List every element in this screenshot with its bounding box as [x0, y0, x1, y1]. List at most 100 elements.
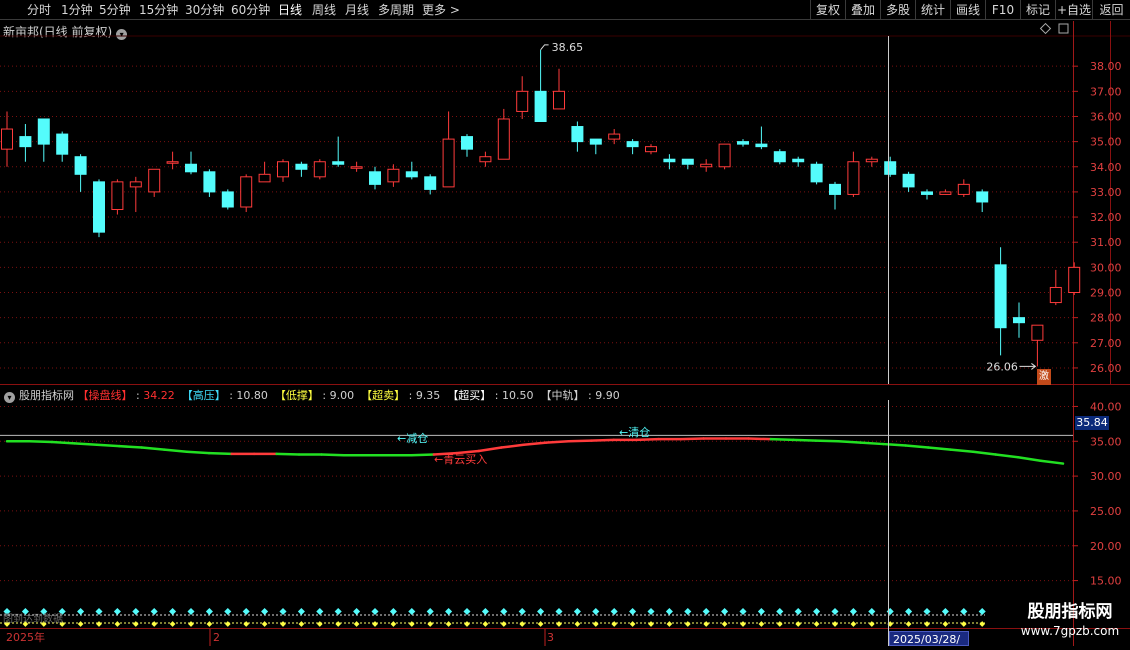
candle — [277, 159, 289, 182]
indicator-segment — [522, 441, 548, 447]
band-marker-yellow — [298, 621, 305, 627]
band-marker-yellow — [243, 621, 250, 627]
band-marker-cyan — [978, 607, 986, 616]
indicator-name: 股朋指标网 — [19, 389, 74, 402]
indicator-tick-label: 15.00 — [1090, 575, 1122, 588]
band-marker-yellow — [206, 621, 213, 627]
band-marker-yellow — [390, 621, 397, 627]
candle-body — [332, 161, 345, 165]
band-marker-cyan — [831, 607, 839, 616]
candle — [681, 158, 694, 170]
candle-body — [755, 143, 768, 148]
band-marker-yellow — [758, 621, 765, 627]
indicator-segment — [544, 440, 570, 444]
candle-body — [626, 141, 639, 148]
candle — [240, 174, 253, 213]
indicator-item-label: 【中轨】 — [540, 389, 585, 402]
band-marker-cyan — [297, 607, 305, 616]
indicator-item-label: 【低撑】 — [274, 389, 319, 402]
candle — [313, 159, 326, 180]
candle-body — [479, 156, 492, 163]
candle — [56, 131, 69, 162]
band-marker-yellow — [408, 621, 415, 627]
band-marker-cyan — [113, 607, 121, 616]
candle-body — [608, 133, 621, 140]
price-tick-label: 30.00 — [1090, 261, 1122, 274]
indicator-item-value: 9.00 — [329, 389, 355, 402]
signal-badge: 激 — [1037, 369, 1051, 385]
candle-body — [957, 183, 970, 195]
band-marker-cyan — [169, 607, 177, 616]
band-marker-yellow — [703, 621, 710, 627]
candle — [332, 136, 345, 167]
band-marker-cyan — [629, 607, 637, 616]
band-marker-cyan — [463, 607, 471, 616]
high-price-label: 38.65 — [552, 41, 584, 54]
chart-canvas[interactable]: 38.00 37.00 36.00 35.00 34.00 33.00 32.00 31.00… — [0, 0, 1130, 650]
candle-body — [1031, 324, 1044, 341]
candle-body — [1049, 286, 1062, 304]
high-marker — [540, 44, 549, 51]
candle — [571, 121, 584, 152]
candle — [185, 151, 197, 175]
indicator-segment — [275, 452, 301, 456]
price-tick-label: 28.00 — [1090, 312, 1122, 325]
candle-body — [405, 171, 418, 178]
indicator-segment — [207, 451, 233, 456]
candle-body — [902, 173, 915, 188]
band-marker-cyan — [334, 607, 342, 616]
band-marker-cyan — [187, 607, 195, 616]
band-marker-yellow — [261, 621, 268, 627]
band-marker-cyan — [721, 607, 729, 616]
band-marker-yellow — [721, 621, 728, 627]
band-marker-yellow — [960, 621, 967, 627]
candle — [424, 174, 437, 195]
indicator-segment — [118, 444, 144, 449]
collapse-icon[interactable]: ▾ — [4, 392, 15, 403]
stock-chart-app: 分时 1分钟 5分钟 15分钟 30分钟 60分钟 日线 周线 月线 多周期 更多 > 复权 叠加 多股统… — [0, 0, 1130, 650]
candle-body — [295, 163, 308, 170]
indicator-segment — [73, 442, 99, 447]
candle — [405, 161, 418, 180]
candle — [792, 156, 805, 167]
price-tick-label: 26.00 — [1090, 362, 1122, 375]
indicator-segment — [814, 439, 840, 443]
band-marker-cyan — [353, 607, 361, 616]
band-marker-yellow — [924, 621, 930, 627]
candle-body — [737, 141, 749, 145]
band-marker-yellow — [445, 621, 452, 627]
indicator-segment — [589, 438, 615, 442]
candle — [442, 111, 455, 188]
indicator-segment — [994, 453, 1020, 459]
indicator-segment — [163, 448, 188, 453]
band-marker-cyan — [518, 607, 526, 616]
watermark: 股朋指标网 www.7gpzb.com — [1014, 601, 1126, 639]
candle — [221, 189, 234, 210]
band-marker-cyan — [132, 607, 140, 616]
band-marker-yellow — [132, 621, 139, 627]
band-marker-yellow — [740, 621, 746, 627]
band-marker-cyan — [205, 607, 213, 616]
candle — [111, 179, 124, 215]
band-marker-yellow — [629, 621, 636, 627]
candle-body — [203, 171, 216, 193]
band-marker-cyan — [776, 607, 784, 616]
indicator-segment — [792, 438, 818, 442]
candle — [718, 143, 731, 170]
candle — [589, 138, 602, 155]
band-marker-cyan — [960, 607, 968, 616]
indicator-title[interactable]: ▾ 股朋指标网 【操盘线】 : 34.22 【高压】 : 10.80 【低撑】 :… — [4, 387, 623, 403]
candle-body — [810, 163, 823, 183]
band-marker-cyan — [537, 607, 545, 616]
candle — [203, 169, 216, 197]
band-marker-cyan — [279, 607, 287, 616]
band-marker-yellow — [537, 621, 544, 627]
candle-body — [350, 166, 363, 169]
watermark-title: 股朋指标网 — [1027, 602, 1113, 622]
band-marker-yellow — [96, 621, 102, 627]
indicator-item-value: 10.80 — [236, 389, 268, 402]
band-marker-cyan — [684, 607, 692, 616]
band-marker-yellow — [169, 621, 176, 627]
candle-body — [534, 90, 547, 123]
band-marker-cyan — [261, 607, 269, 616]
